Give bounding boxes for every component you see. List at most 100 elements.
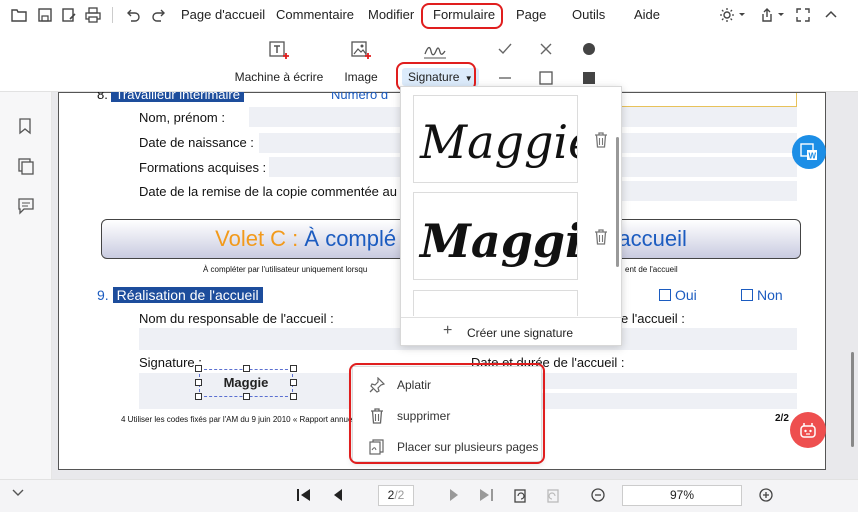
signature-icon	[420, 38, 450, 64]
section9-title: Réalisation de l'accueil	[112, 287, 263, 303]
image-tool[interactable]: Image	[340, 38, 382, 84]
checkmark-icon[interactable]	[496, 40, 514, 58]
menu-edit[interactable]: Modifier	[368, 7, 414, 22]
section8-frame	[607, 93, 797, 107]
undo-icon[interactable]	[124, 6, 142, 24]
page-marker: 2/2	[775, 413, 789, 424]
save-icon[interactable]	[36, 6, 54, 24]
convert-to-word-button[interactable]: W	[792, 135, 826, 169]
zoom-level-input[interactable]: 97%	[622, 485, 742, 506]
checkbox-non[interactable]: Non	[741, 287, 783, 303]
fullscreen-icon[interactable]	[794, 6, 812, 24]
resize-handle[interactable]	[243, 365, 250, 372]
robot-icon	[798, 420, 818, 443]
left-sidebar	[0, 92, 52, 479]
comments-icon[interactable]	[17, 197, 35, 215]
print-icon[interactable]	[84, 6, 102, 24]
trash-icon[interactable]	[594, 132, 608, 148]
resize-handle[interactable]	[195, 379, 202, 386]
first-page-icon[interactable]	[296, 487, 314, 505]
share-icon[interactable]	[758, 6, 776, 24]
toolbar-divider	[112, 7, 113, 23]
filled-box-icon[interactable]	[580, 69, 598, 87]
line-icon[interactable]	[496, 69, 514, 87]
highlight-form-menu	[421, 3, 503, 29]
next-page-icon[interactable]	[446, 487, 464, 505]
ai-assistant-button[interactable]	[790, 412, 826, 448]
form-ribbon: Machine à écrire Image Signature ▼	[0, 30, 858, 92]
section8-title: Travailleur intérimaire	[111, 92, 244, 102]
label-copy-date: Date de la remise de la copie commentée …	[139, 184, 405, 199]
thumbnails-icon[interactable]	[17, 157, 35, 175]
bottom-bar: 2/2 97%	[0, 479, 858, 512]
typewriter-icon	[232, 38, 326, 64]
bookmark-icon[interactable]	[17, 117, 35, 135]
vertical-scrollbar[interactable]	[851, 352, 854, 447]
volet-note-left: À compléter par l'utilisateur uniquement…	[203, 265, 368, 274]
signature-option-2[interactable]: Maggie	[413, 192, 578, 280]
last-page-icon[interactable]	[478, 487, 496, 505]
signature-dropdown: Maggie Maggie + Créer une signature	[400, 86, 623, 347]
plus-icon: +	[443, 322, 453, 339]
label-responsable: Nom du responsable de l'accueil :	[139, 311, 334, 326]
resize-handle[interactable]	[195, 393, 202, 400]
menu-comment[interactable]: Commentaire	[276, 7, 354, 22]
open-folder-icon[interactable]	[10, 6, 28, 24]
chevron-down-icon[interactable]	[10, 484, 28, 502]
resize-handle[interactable]	[243, 393, 250, 400]
label-responsable-right: e l'accueil :	[621, 311, 685, 326]
edit-document-icon[interactable]	[60, 6, 78, 24]
rotate-left-icon[interactable]	[512, 487, 530, 505]
signature-option-2-text: Maggie	[418, 214, 578, 268]
footnote: 4 Utiliser les codes fixés par l'AM du 9…	[121, 415, 355, 424]
previous-page-icon[interactable]	[330, 487, 348, 505]
typewriter-tool[interactable]: Machine à écrire	[232, 38, 326, 84]
typewriter-label: Machine à écrire	[234, 70, 324, 84]
menu-bar: Page d'accueil Commentaire Modifier Form…	[0, 0, 858, 30]
dot-icon[interactable]	[580, 40, 598, 58]
cross-icon[interactable]	[537, 40, 555, 58]
rotate-right-icon[interactable]	[545, 487, 563, 505]
zoom-in-icon[interactable]	[758, 487, 776, 505]
copy-date-field[interactable]	[619, 181, 797, 201]
zoom-out-icon[interactable]	[590, 487, 608, 505]
checkbox-oui[interactable]: Oui	[659, 287, 697, 303]
resize-handle[interactable]	[290, 365, 297, 372]
image-label: Image	[344, 70, 378, 84]
section8-right-label: Numéro d	[331, 92, 389, 102]
theme-sun-icon[interactable]	[718, 6, 736, 24]
label-name: Nom, prénom :	[139, 110, 225, 125]
redo-icon[interactable]	[150, 6, 168, 24]
menu-page[interactable]: Page	[516, 7, 546, 22]
menu-home[interactable]: Page d'accueil	[181, 7, 265, 22]
page-number-input[interactable]: 2/2	[378, 485, 414, 506]
label-training: Formations acquises :	[139, 160, 267, 175]
resize-handle[interactable]	[290, 393, 297, 400]
checkbox-oui-box[interactable]	[659, 289, 671, 301]
menu-tools[interactable]: Outils	[572, 7, 605, 22]
page-total: /2	[394, 488, 405, 502]
trash-icon[interactable]	[594, 229, 608, 245]
chevron-down-icon[interactable]	[776, 6, 786, 24]
volet-note-right: ent de l'accueil	[625, 265, 678, 274]
resize-handle[interactable]	[195, 365, 202, 372]
dropdown-scrollbar[interactable]	[616, 137, 619, 267]
section8-header: 8. Travailleur intérimaire	[97, 92, 244, 102]
volet-text-left: À complé	[304, 226, 397, 251]
create-signature-button[interactable]: + Créer une signature	[401, 317, 623, 347]
menu-help[interactable]: Aide	[634, 7, 660, 22]
section9-header: 9. Réalisation de l'accueil	[97, 287, 263, 303]
volet-prefix: Volet C :	[215, 226, 299, 251]
resize-handle[interactable]	[290, 379, 297, 386]
word-convert-icon: W	[799, 142, 819, 165]
label-birth: Date de naissance :	[139, 135, 254, 150]
collapse-ribbon-icon[interactable]	[822, 6, 840, 24]
chevron-down-icon[interactable]	[737, 6, 747, 24]
checkbox-non-box[interactable]	[741, 289, 753, 301]
create-signature-label: Créer une signature	[467, 326, 574, 340]
checkbox-oui-label: Oui	[675, 287, 697, 303]
empty-box-icon[interactable]	[537, 69, 555, 87]
signature-option-3[interactable]	[413, 290, 578, 316]
signature-option-1[interactable]: Maggie	[413, 95, 578, 183]
section9-number: 9.	[97, 287, 109, 303]
